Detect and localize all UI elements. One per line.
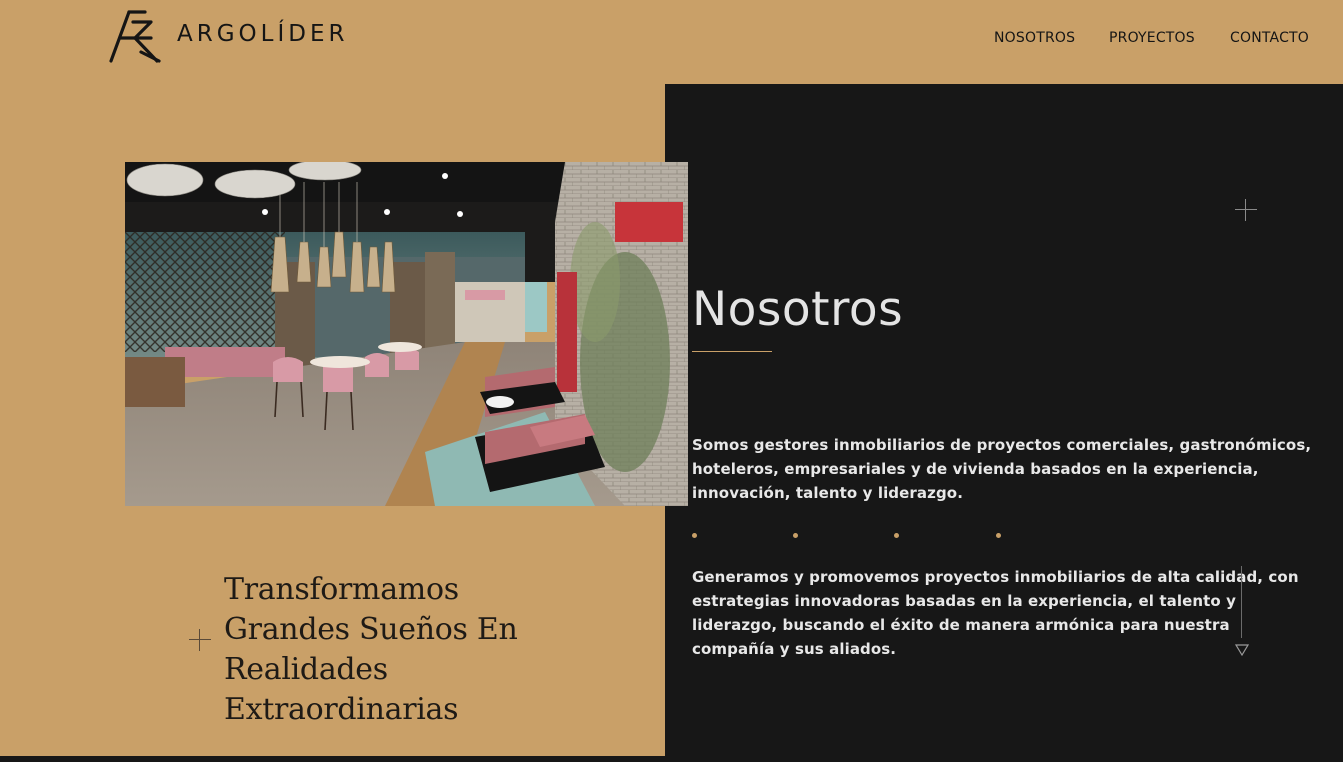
about-paragraph-1: Somos gestores inmobiliarios de proyecto… bbox=[692, 436, 1312, 502]
divider-dot bbox=[894, 533, 899, 538]
plus-icon bbox=[189, 629, 211, 651]
page: ARGOLÍDER NOSOTROS PROYECTOS CONTACTO No… bbox=[0, 0, 1343, 762]
bottom-strip bbox=[0, 756, 1343, 762]
nav-link-contacto[interactable]: CONTACTO bbox=[1230, 30, 1309, 46]
nav-link-proyectos[interactable]: PROYECTOS bbox=[1109, 30, 1195, 46]
about-paragraph-2: Generamos y promovemos proyectos inmobil… bbox=[692, 568, 1299, 658]
divider-dot bbox=[996, 533, 1001, 538]
section-title: Nosotros bbox=[692, 282, 904, 337]
scroll-down-arrow-icon[interactable] bbox=[1235, 644, 1249, 656]
nav-link-nosotros[interactable]: NOSOTROS bbox=[994, 30, 1075, 46]
title-underline bbox=[692, 351, 772, 352]
main-nav: NOSOTROS PROYECTOS CONTACTO bbox=[0, 30, 1343, 50]
site-header: ARGOLÍDER NOSOTROS PROYECTOS CONTACTO bbox=[0, 0, 1343, 84]
restaurant-interior-image bbox=[125, 162, 688, 506]
scroll-indicator-line bbox=[1241, 566, 1242, 638]
plus-icon bbox=[1235, 199, 1257, 221]
divider-dot bbox=[692, 533, 697, 538]
divider-dot bbox=[793, 533, 798, 538]
hero-tagline: Transformamos Grandes Sueños En Realidad… bbox=[224, 572, 518, 727]
